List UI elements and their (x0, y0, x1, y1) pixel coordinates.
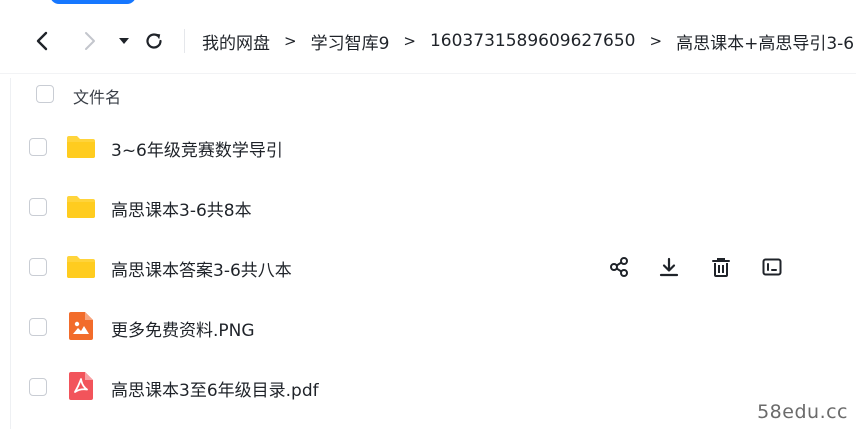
folder-icon (67, 256, 95, 278)
rename-button[interactable] (759, 254, 785, 280)
share-icon (610, 257, 628, 277)
share-button[interactable] (606, 254, 632, 280)
caret-down-icon (119, 38, 129, 44)
refresh-button[interactable] (142, 29, 166, 53)
delete-icon (712, 258, 730, 277)
breadcrumb-item-root[interactable]: 我的网盘 (202, 29, 270, 54)
select-all-checkbox[interactable] (36, 85, 54, 103)
row-checkbox[interactable] (29, 318, 47, 336)
breadcrumb-separator-icon: > (403, 32, 416, 50)
history-dropdown-button[interactable] (114, 31, 134, 51)
refresh-icon (146, 33, 162, 49)
file-row[interactable]: 更多免费资料.PNG (0, 297, 856, 357)
chevron-right-icon (85, 32, 95, 50)
file-name[interactable]: 3~6年级竞赛数学导引 (111, 136, 283, 161)
row-checkbox[interactable] (29, 198, 47, 216)
file-row[interactable]: 高思课本3至6年级目录.pdf (0, 357, 856, 417)
file-name[interactable]: 高思课本3-6共8本 (111, 196, 252, 221)
download-icon (659, 257, 679, 277)
row-checkbox[interactable] (29, 138, 47, 156)
file-name[interactable]: 更多免费资料.PNG (111, 316, 255, 341)
breadcrumb-item-current[interactable]: 高思课本+高思导引3-6 (676, 29, 854, 54)
delete-button[interactable] (708, 254, 734, 280)
file-row[interactable]: 高思课本3-6共8本 (0, 177, 856, 237)
rename-icon (762, 258, 782, 276)
forward-button[interactable] (78, 29, 102, 53)
row-checkbox[interactable] (29, 258, 47, 276)
file-name[interactable]: 高思课本3至6年级目录.pdf (111, 376, 319, 401)
file-name[interactable]: 高思课本答案3-6共八本 (111, 256, 292, 281)
folder-icon (67, 196, 95, 218)
breadcrumb-item-id-folder[interactable]: 1603731589609627650 (430, 31, 636, 51)
pdf-file-icon (69, 372, 93, 400)
image-file-icon (69, 312, 93, 340)
folder-icon (67, 136, 95, 158)
watermark: 58edu.cc (757, 401, 848, 423)
nav-separator (184, 29, 185, 53)
column-header-filename[interactable]: 文件名 (73, 84, 121, 108)
chevron-left-icon (36, 31, 48, 51)
row-checkbox[interactable] (29, 378, 47, 396)
breadcrumb-separator-icon: > (649, 32, 663, 50)
file-row[interactable]: 高思课本答案3-6共八本 (0, 237, 856, 297)
download-button[interactable] (656, 254, 682, 280)
file-row[interactable]: 3~6年级竞赛数学导引 (0, 117, 856, 177)
back-button[interactable] (30, 29, 54, 53)
file-list-header: 文件名 (0, 64, 856, 124)
breadcrumb-item-library[interactable]: 学习智库9 (311, 29, 390, 54)
breadcrumb: 我的网盘 > 学习智库9 > 1603731589609627650 > 高思课… (202, 28, 854, 54)
breadcrumb-separator-icon: > (284, 32, 297, 50)
